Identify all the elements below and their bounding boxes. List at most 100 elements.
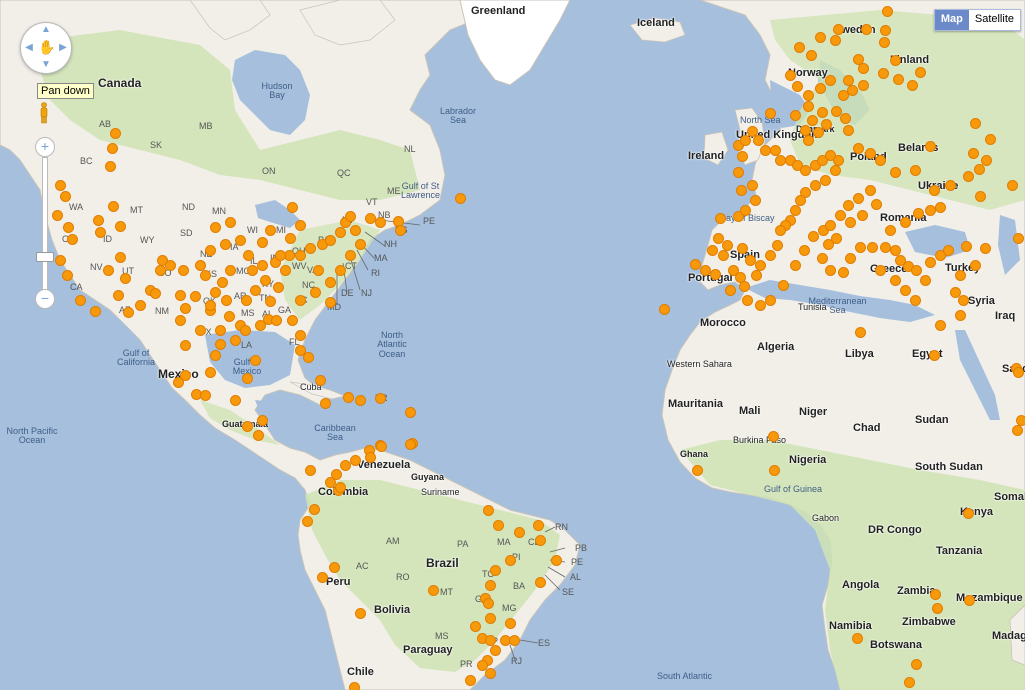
location-marker[interactable] xyxy=(963,171,974,182)
location-marker[interactable] xyxy=(932,603,943,614)
location-marker[interactable] xyxy=(105,161,116,172)
location-marker[interactable] xyxy=(60,191,71,202)
location-marker[interactable] xyxy=(803,90,814,101)
location-marker[interactable] xyxy=(240,325,251,336)
location-marker[interactable] xyxy=(310,287,321,298)
location-marker[interactable] xyxy=(485,580,496,591)
location-marker[interactable] xyxy=(980,243,991,254)
location-marker[interactable] xyxy=(975,191,986,202)
location-marker[interactable] xyxy=(843,75,854,86)
location-marker[interactable] xyxy=(858,63,869,74)
location-marker[interactable] xyxy=(910,165,921,176)
location-marker[interactable] xyxy=(806,50,817,61)
location-marker[interactable] xyxy=(255,320,266,331)
location-marker[interactable] xyxy=(113,290,124,301)
location-marker[interactable] xyxy=(843,200,854,211)
location-marker[interactable] xyxy=(215,325,226,336)
location-marker[interactable] xyxy=(505,555,516,566)
location-marker[interactable] xyxy=(335,265,346,276)
location-marker[interactable] xyxy=(825,220,836,231)
location-marker[interactable] xyxy=(325,297,336,308)
location-marker[interactable] xyxy=(865,185,876,196)
location-marker[interactable] xyxy=(551,555,562,566)
location-marker[interactable] xyxy=(852,633,863,644)
location-marker[interactable] xyxy=(110,128,121,139)
location-marker[interactable] xyxy=(395,225,406,236)
location-marker[interactable] xyxy=(865,148,876,159)
location-marker[interactable] xyxy=(345,250,356,261)
location-marker[interactable] xyxy=(911,265,922,276)
location-marker[interactable] xyxy=(265,296,276,307)
pan-down-icon[interactable]: ▼ xyxy=(41,60,51,70)
location-marker[interactable] xyxy=(1013,233,1024,244)
location-marker[interactable] xyxy=(405,407,416,418)
location-marker[interactable] xyxy=(900,285,911,296)
location-marker[interactable] xyxy=(200,390,211,401)
location-marker[interactable] xyxy=(180,340,191,351)
location-marker[interactable] xyxy=(964,595,975,606)
pan-up-icon[interactable]: ▲ xyxy=(41,25,51,35)
location-marker[interactable] xyxy=(62,270,73,281)
location-marker[interactable] xyxy=(823,239,834,250)
location-marker[interactable] xyxy=(935,202,946,213)
location-marker[interactable] xyxy=(217,277,228,288)
location-marker[interactable] xyxy=(135,300,146,311)
location-marker[interactable] xyxy=(335,482,346,493)
location-marker[interactable] xyxy=(150,288,161,299)
location-marker[interactable] xyxy=(67,234,78,245)
location-marker[interactable] xyxy=(799,245,810,256)
location-marker[interactable] xyxy=(929,185,940,196)
location-marker[interactable] xyxy=(533,520,544,531)
location-marker[interactable] xyxy=(943,245,954,256)
location-marker[interactable] xyxy=(483,598,494,609)
location-marker[interactable] xyxy=(309,504,320,515)
location-marker[interactable] xyxy=(275,250,286,261)
location-marker[interactable] xyxy=(878,68,889,79)
location-marker[interactable] xyxy=(355,239,366,250)
location-marker[interactable] xyxy=(180,303,191,314)
location-marker[interactable] xyxy=(483,505,494,516)
location-marker[interactable] xyxy=(843,125,854,136)
location-marker[interactable] xyxy=(853,193,864,204)
location-marker[interactable] xyxy=(215,339,226,350)
location-marker[interactable] xyxy=(210,287,221,298)
location-marker[interactable] xyxy=(428,585,439,596)
location-marker[interactable] xyxy=(175,290,186,301)
location-marker[interactable] xyxy=(707,245,718,256)
location-marker[interactable] xyxy=(845,217,856,228)
location-marker[interactable] xyxy=(305,465,316,476)
location-marker[interactable] xyxy=(485,613,496,624)
location-marker[interactable] xyxy=(287,202,298,213)
location-marker[interactable] xyxy=(825,265,836,276)
location-marker[interactable] xyxy=(772,240,783,251)
location-marker[interactable] xyxy=(955,270,966,281)
location-marker[interactable] xyxy=(55,180,66,191)
map-canvas[interactable]: Canada Greenland Iceland Sweden Finland … xyxy=(0,0,1025,690)
location-marker[interactable] xyxy=(790,110,801,121)
location-marker[interactable] xyxy=(190,291,201,302)
location-marker[interactable] xyxy=(904,677,915,688)
location-marker[interactable] xyxy=(295,250,306,261)
location-marker[interactable] xyxy=(221,295,232,306)
location-marker[interactable] xyxy=(911,659,922,670)
location-marker[interactable] xyxy=(750,195,761,206)
location-marker[interactable] xyxy=(913,208,924,219)
location-marker[interactable] xyxy=(1007,180,1018,191)
location-marker[interactable] xyxy=(376,441,387,452)
location-marker[interactable] xyxy=(792,81,803,92)
location-marker[interactable] xyxy=(736,185,747,196)
zoom-slider-knob[interactable] xyxy=(36,252,54,262)
location-marker[interactable] xyxy=(925,257,936,268)
location-marker[interactable] xyxy=(879,37,890,48)
location-marker[interactable] xyxy=(855,327,866,338)
location-marker[interactable] xyxy=(861,24,872,35)
location-marker[interactable] xyxy=(955,310,966,321)
pegman-icon[interactable] xyxy=(39,102,49,124)
location-marker[interactable] xyxy=(753,135,764,146)
location-marker[interactable] xyxy=(817,107,828,118)
location-marker[interactable] xyxy=(880,25,891,36)
location-marker[interactable] xyxy=(225,265,236,276)
location-marker[interactable] xyxy=(907,80,918,91)
location-marker[interactable] xyxy=(831,106,842,117)
location-marker[interactable] xyxy=(775,225,786,236)
